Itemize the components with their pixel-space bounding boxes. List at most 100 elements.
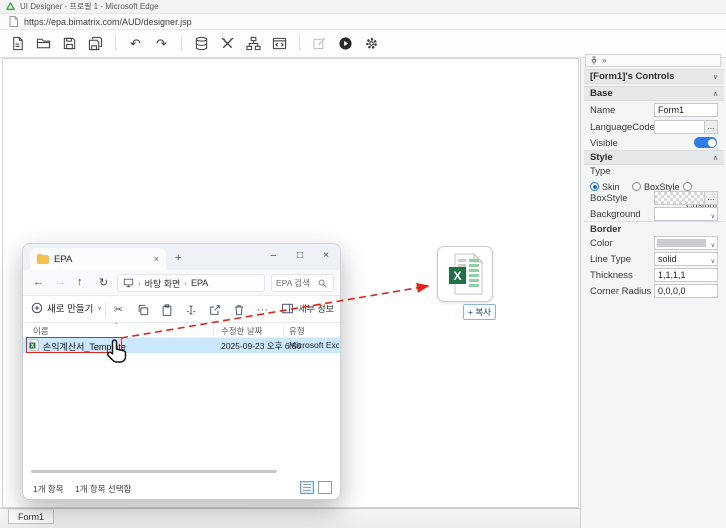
settings-gear-button[interactable] [363,35,380,52]
close-button[interactable]: × [323,250,329,261]
border-divider [584,221,724,222]
horizontal-scrollbar[interactable] [31,470,277,473]
details-view-toggle[interactable] [300,481,314,494]
sort-ascending-icon: ˆ [115,321,118,331]
pin-icon[interactable] [590,56,598,65]
languagecode-label: LanguageCode [590,122,655,133]
paste-button[interactable] [159,302,174,317]
column-name[interactable]: 이름 [33,325,49,337]
selected-count: 1개 항목 선택함 [75,483,131,495]
excel-file-icon: X [447,253,483,295]
run-button[interactable] [337,35,354,52]
svg-text:X: X [453,269,461,283]
tools-button[interactable] [219,35,236,52]
file-type: Microsoft Excel [289,340,339,350]
breadcrumb-separator: › [138,279,141,288]
breadcrumb-desktop[interactable]: 바탕 화면 [145,277,181,290]
folder-icon [37,254,49,264]
new-tab-button[interactable]: + [175,252,181,264]
toolbar-separator [181,36,182,51]
toolbar-separator [115,36,116,51]
drag-source-highlight-box [26,337,122,353]
app-window: UI Designer - 프로필 1 - Microsoft Edge htt… [0,0,726,528]
site-favicon-icon [6,2,15,11]
boxstyle-input[interactable] [654,191,705,205]
thickness-input[interactable]: 1,1,1,1 [654,268,718,282]
undo-button[interactable]: ↶ [127,35,144,52]
url-text: https://epa.bimatrix.com/AUD/designer.js… [24,17,192,27]
edit-button[interactable] [311,35,328,52]
color-select[interactable]: ∨ [654,236,718,250]
share-button[interactable] [207,302,222,317]
explorer-status-bar: 1개 항목 1개 항목 선택함 [23,477,340,499]
panel-minibar: » [585,54,721,67]
rename-button[interactable] [183,302,198,317]
boxstyle-ellipsis-button[interactable]: … [704,191,718,205]
breadcrumb-epa[interactable]: EPA [191,278,208,288]
refresh-button[interactable]: ↻ [99,276,108,289]
border-color-row: Color ∨ [584,236,724,252]
section-base-header[interactable]: Base ∧ [584,86,724,101]
languagecode-input[interactable] [654,120,705,134]
explorer-tab-epa[interactable]: EPA × [30,248,166,270]
line-type-select[interactable]: solid∨ [654,252,718,266]
plus-circle-icon [31,302,43,314]
column-header-row: 이름 ˆ 수정한 날짜 유형 [23,323,340,338]
boxstyle-row: BoxStyle … [584,191,724,207]
details-pane-button[interactable]: 세부 정보 [281,302,334,315]
corner-radius-row: Corner Radius 0,0,0,0 [584,284,724,300]
name-input[interactable] [654,103,718,117]
up-button[interactable]: ↑ [77,276,83,288]
open-folder-button[interactable] [35,35,52,52]
dataset-button[interactable] [193,35,210,52]
search-icon [318,279,327,288]
structure-tree-button[interactable] [245,35,262,52]
languagecode-ellipsis-button[interactable]: … [704,120,718,134]
save-button[interactable] [61,35,78,52]
background-select[interactable]: ∨ [654,207,718,221]
tab-close-icon[interactable]: × [154,254,159,264]
corner-radius-input[interactable]: 0,0,0,0 [654,284,718,298]
collapse-panel-icon[interactable]: » [602,56,606,65]
explorer-command-bar: 새로 만들기 ∨ ✂ ··· [23,296,340,323]
tab-form1[interactable]: Form1 [8,509,54,524]
column-date[interactable]: 수정한 날짜 [221,325,262,337]
edge-titlebar: UI Designer - 프로필 1 - Microsoft Edge [0,0,726,14]
edge-url-strip: https://epa.bimatrix.com/AUD/designer.js… [0,14,726,30]
form-tab-bar [0,508,580,528]
controls-header[interactable]: [Form1]'s Controls ∨ [584,69,724,84]
copy-button[interactable] [135,302,150,317]
minimize-button[interactable]: – [270,250,276,261]
search-box[interactable] [271,274,334,292]
new-file-button[interactable] [9,35,26,52]
new-item-button[interactable]: 새로 만들기 ∨ [31,301,102,315]
search-input[interactable] [276,278,318,288]
save-all-button[interactable] [87,35,104,52]
more-options-button[interactable]: ··· [255,302,270,317]
color-swatch [657,239,706,247]
forward-button[interactable]: → [55,276,66,288]
redo-button[interactable]: ↷ [153,35,170,52]
chevron-up-icon: ∧ [713,90,718,98]
border-header: Border [584,224,724,235]
address-bar[interactable]: › 바탕 화면 › EPA [117,274,265,292]
back-button[interactable]: ← [33,276,44,288]
languagecode-row: LanguageCode … [584,120,724,136]
code-view-button[interactable] [271,35,288,52]
cut-button[interactable]: ✂ [111,302,126,317]
background-label: Background [590,209,641,220]
delete-button[interactable] [231,302,246,317]
line-type-label: Line Type [590,254,631,265]
item-count: 1개 항목 [33,483,64,495]
section-style-header[interactable]: Style ∧ [584,150,724,165]
toolbar-separator [299,36,300,51]
file-explorer-window: EPA × + – □ × ← → ↑ ↻ › 바탕 화면 › EPA [22,243,341,500]
visible-row: Visible [584,136,724,149]
large-icons-view-toggle[interactable] [318,481,332,494]
explorer-nav-bar: ← → ↑ ↻ › 바탕 화면 › EPA [23,270,340,296]
chevron-down-icon: ∨ [97,305,101,312]
column-type[interactable]: 유형 [289,325,305,337]
visible-toggle[interactable] [694,137,717,148]
maximize-button[interactable]: □ [297,250,303,261]
excel-drop-target[interactable]: X [437,246,493,302]
